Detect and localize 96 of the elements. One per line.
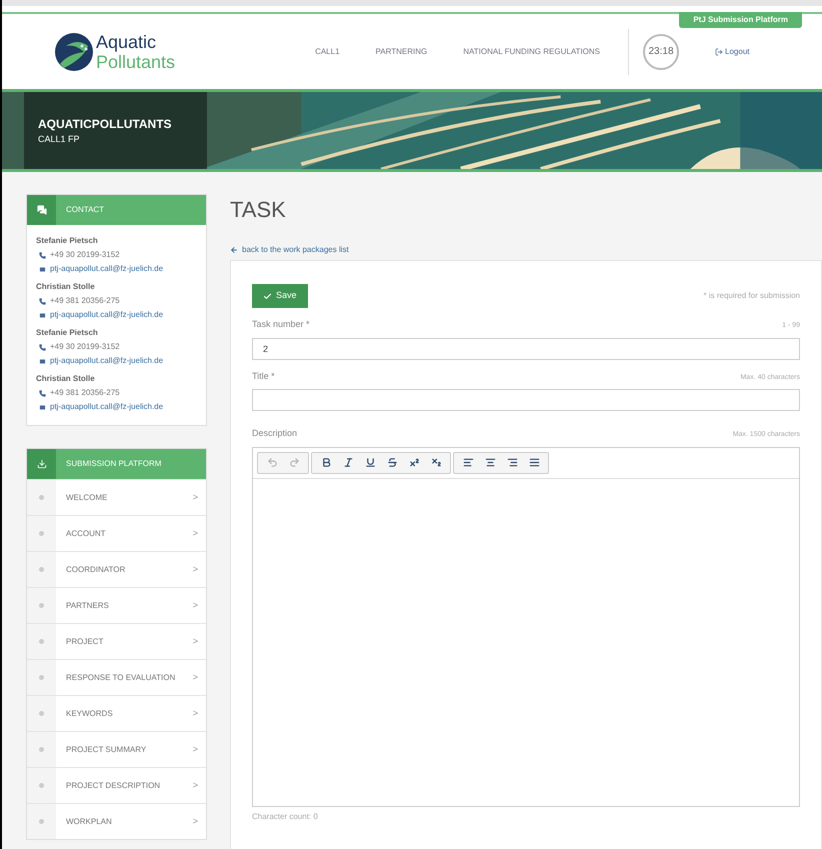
session-timer: 23:18 bbox=[643, 34, 680, 70]
align-left-icon bbox=[462, 457, 474, 468]
chevron-icon: > bbox=[192, 526, 198, 540]
field-label: Description bbox=[252, 427, 298, 440]
bullet-icon bbox=[39, 675, 44, 680]
contact-name: Stefanie Pietsch bbox=[36, 327, 99, 339]
chat-icon bbox=[36, 205, 46, 215]
bullet-icon bbox=[39, 531, 44, 536]
field-label: Task number * bbox=[252, 318, 310, 331]
chevron-icon: > bbox=[192, 634, 198, 648]
contact-phone: +49 381 20356-275 bbox=[50, 387, 120, 399]
menu-item-label: WELCOME bbox=[66, 492, 108, 504]
phone-icon bbox=[39, 298, 46, 304]
bullet-icon bbox=[39, 747, 44, 752]
panel-heading: SUBMISSION PLATFORM bbox=[66, 458, 162, 470]
download-icon bbox=[36, 459, 46, 469]
menu-item[interactable]: WORKPLAN > bbox=[27, 803, 206, 839]
bullet-icon bbox=[39, 783, 44, 788]
subscript-icon bbox=[430, 457, 442, 468]
menu-item-label: PARTNERS bbox=[66, 600, 110, 612]
email-link[interactable]: ptj-aquapollut.call@fz-juelich.de bbox=[50, 263, 164, 275]
bullet-icon bbox=[39, 495, 44, 500]
bullet-icon bbox=[39, 603, 44, 608]
bold-icon bbox=[320, 457, 332, 468]
logo-text: Pollutants bbox=[96, 52, 176, 72]
menu-item-label: PROJECT SUMMARY bbox=[66, 744, 148, 756]
chevron-icon: > bbox=[192, 598, 198, 612]
menu-item[interactable]: WELCOME > bbox=[27, 479, 206, 515]
menu-item-label: PROJECT DESCRIPTION bbox=[66, 780, 162, 792]
logout-link[interactable]: Logout bbox=[715, 46, 750, 58]
bullet-icon bbox=[39, 567, 44, 572]
chevron-icon: > bbox=[192, 742, 198, 756]
undo-icon bbox=[266, 457, 278, 468]
menu-item[interactable]: PARTNERS > bbox=[27, 587, 206, 623]
menu-item[interactable]: KEYWORDS > bbox=[27, 695, 206, 731]
align-center-icon bbox=[484, 457, 496, 468]
contact-name: Stefanie Pietsch bbox=[36, 235, 99, 247]
align-justify-icon bbox=[528, 457, 540, 468]
character-count: Character count: 0 bbox=[252, 810, 319, 822]
menu-item[interactable]: RESPONSE TO EVALUATION > bbox=[27, 659, 206, 695]
check-icon bbox=[263, 292, 272, 300]
menu-item-label: COORDINATOR bbox=[66, 564, 126, 576]
email-link[interactable]: ptj-aquapollut.call@fz-juelich.de bbox=[50, 355, 164, 367]
page-title: TASK bbox=[230, 196, 287, 224]
bullet-icon bbox=[39, 819, 44, 824]
field-label: Title * bbox=[252, 370, 275, 382]
menu-item[interactable]: PROJECT SUMMARY > bbox=[27, 731, 206, 767]
menu-item-label: KEYWORDS bbox=[66, 708, 114, 720]
contact-phone: +49 381 20356-275 bbox=[50, 295, 120, 307]
align-right-icon bbox=[506, 457, 518, 468]
required-note: * is required for submission bbox=[704, 290, 800, 302]
menu-item-label: ACCOUNT bbox=[66, 528, 107, 540]
contact-name: Christian Stolle bbox=[36, 373, 96, 385]
logo-icon bbox=[54, 32, 94, 72]
back-arrow-icon bbox=[230, 246, 238, 254]
strikethrough-icon bbox=[386, 457, 398, 468]
chevron-icon: > bbox=[192, 490, 198, 504]
nav-link[interactable]: CALL1 bbox=[315, 46, 340, 58]
nav-link[interactable]: NATIONAL FUNDING REGULATIONS bbox=[463, 46, 600, 58]
save-button[interactable]: Save bbox=[252, 284, 308, 308]
contact-name: Christian Stolle bbox=[36, 281, 96, 293]
contact-phone: +49 30 20199-3152 bbox=[50, 249, 120, 261]
platform-tab[interactable]: PtJ Submission Platform bbox=[679, 12, 802, 28]
phone-icon bbox=[39, 252, 46, 258]
chevron-icon: > bbox=[192, 778, 198, 792]
bullet-icon bbox=[39, 711, 44, 716]
menu-item-label: PROJECT bbox=[66, 636, 104, 648]
chevron-icon: > bbox=[192, 670, 198, 684]
logout-icon bbox=[715, 48, 724, 56]
menu-item-label: WORKPLAN bbox=[66, 816, 113, 828]
menu-item[interactable]: PROJECT > bbox=[27, 623, 206, 659]
project-title: AQUATICPOLLUTANTS bbox=[38, 116, 173, 133]
text-field[interactable] bbox=[252, 389, 800, 411]
contact-phone: +49 30 20199-3152 bbox=[50, 341, 120, 353]
panel-heading: CONTACT bbox=[66, 204, 104, 216]
phone-icon bbox=[39, 344, 46, 350]
redo-icon bbox=[288, 457, 300, 468]
chevron-icon: > bbox=[192, 814, 198, 828]
back-link[interactable]: back to the work packages list bbox=[230, 244, 349, 256]
menu-item-label: RESPONSE TO EVALUATION bbox=[66, 672, 176, 684]
menu-item[interactable]: PROJECT DESCRIPTION > bbox=[27, 767, 206, 803]
menu-item[interactable]: COORDINATOR > bbox=[27, 551, 206, 587]
bullet-icon bbox=[39, 639, 44, 644]
text-field[interactable]: 2 bbox=[252, 338, 800, 360]
email-link[interactable]: ptj-aquapollut.call@fz-juelich.de bbox=[50, 309, 164, 321]
project-subtitle: CALL1 FP bbox=[38, 132, 81, 146]
email-link[interactable]: ptj-aquapollut.call@fz-juelich.de bbox=[50, 401, 164, 413]
superscript-icon bbox=[408, 457, 420, 468]
underline-icon bbox=[364, 457, 376, 468]
chevron-icon: > bbox=[192, 706, 198, 720]
menu-item[interactable]: ACCOUNT > bbox=[27, 515, 206, 551]
italic-icon bbox=[342, 457, 354, 468]
chevron-icon: > bbox=[192, 562, 198, 576]
logo-text: Aquatic bbox=[96, 32, 158, 52]
nav-link[interactable]: PARTNERING bbox=[376, 46, 428, 58]
phone-icon bbox=[39, 390, 46, 396]
